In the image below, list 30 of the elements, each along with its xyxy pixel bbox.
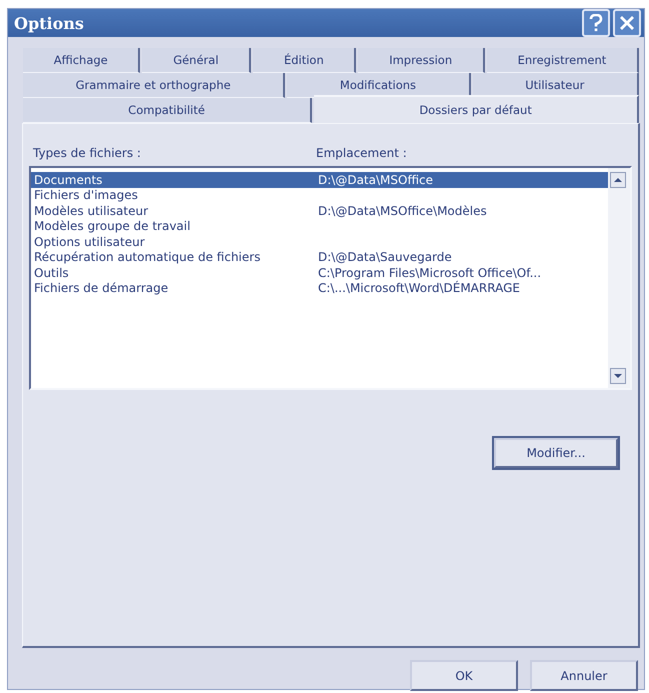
tab[interactable]: Général [142, 48, 252, 73]
list-row[interactable]: Options utilisateur [31, 234, 608, 250]
window-title: Options [14, 14, 84, 32]
tab[interactable]: Modifications [287, 73, 471, 98]
tab[interactable]: Impression [358, 48, 485, 73]
help-icon [589, 14, 603, 32]
tab[interactable]: Enregistrement [486, 48, 640, 73]
list-row[interactable]: Récupération automatique de fichiers D:\@Data\Sauvegarde [31, 250, 608, 265]
column-label: Emplacement : [316, 146, 407, 160]
scroll-bar[interactable] [608, 168, 630, 388]
column-label: Types de fichiers : [33, 146, 142, 160]
list-row[interactable]: Modèles groupe de travail [31, 218, 608, 234]
list-row[interactable]: Modèles utilisateur D:\@Data\MSOffice\Modèles [31, 203, 608, 218]
list-row[interactable]: Fichiers de démarrage C:\...\Microsoft\Word\DÉMARRAGE [31, 280, 608, 296]
tab[interactable]: Grammaire et orthographe [23, 73, 286, 98]
list-row[interactable]: Documents D:\@Data\MSOffice [31, 172, 608, 188]
list-row[interactable]: Fichiers d'images [31, 188, 608, 203]
ok-button[interactable]: OK [410, 660, 518, 691]
close-button[interactable] [613, 9, 641, 37]
tab[interactable]: Affichage [23, 48, 140, 73]
help-button[interactable] [582, 9, 610, 37]
scroll-down-icon[interactable] [610, 368, 626, 384]
tab[interactable]: Dossiers par défaut [314, 95, 640, 123]
modify-button[interactable]: Modifier... [494, 438, 618, 468]
tab[interactable]: Compatibilité [23, 98, 312, 123]
tab[interactable]: Édition [253, 48, 356, 73]
list-row[interactable]: Outils C:\Program Files\Microsoft Office\Of... [31, 265, 608, 280]
close-icon [619, 15, 635, 31]
cancel-button[interactable]: Annuler [530, 660, 638, 691]
scroll-up-icon[interactable] [610, 172, 626, 188]
